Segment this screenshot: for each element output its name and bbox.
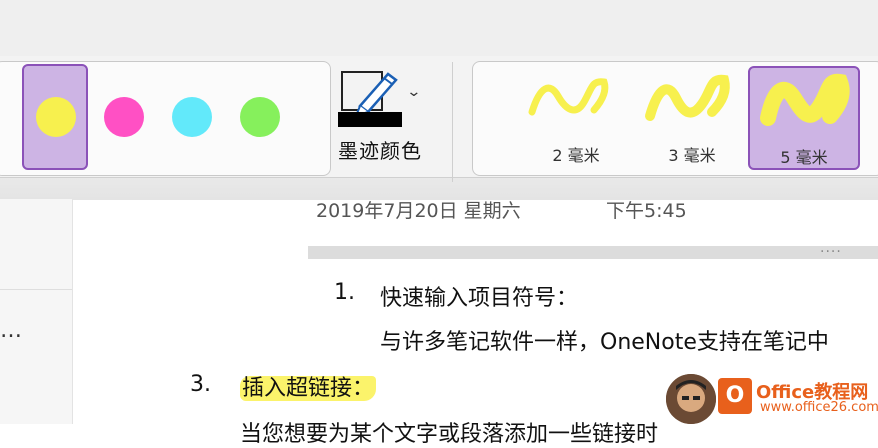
list-item-body[interactable]: 与许多笔记软件一样，OneNote支持在笔记中 [380,324,829,356]
color-swatch-cyan[interactable] [172,97,212,137]
size-option-5mm[interactable]: 5 毫米 [748,66,860,170]
list-item-text[interactable]: 快速输入项目符号： [380,280,578,312]
size-option-3mm[interactable]: 3 毫米 [636,66,748,170]
color-swatch-pink[interactable] [104,97,144,137]
stroke-sample-icon [760,73,850,126]
more-options-ellipsis[interactable]: … [0,318,22,343]
watermark-url: www.office26.com [760,400,878,415]
note-date: 2019年7月20日 星期六 [316,200,521,222]
note-container-handle[interactable] [308,246,878,259]
size-label: 3 毫米 [668,146,716,165]
office-logo-icon: O [718,378,752,414]
color-swatch-yellow[interactable] [36,97,76,137]
ribbon-top-bar [0,0,878,56]
avatar [666,374,716,424]
color-swatch-green[interactable] [240,97,280,137]
highlighted-list-item-text[interactable]: 插入超链接： [240,370,377,402]
drag-handle-dots[interactable]: ···· [820,244,842,260]
size-label: 5 毫米 [780,148,828,167]
size-label: 2 毫米 [552,146,600,165]
stroke-sample-icon [645,74,730,121]
chevron-down-icon[interactable]: ⌄ [406,84,421,100]
list-number: 3. [190,372,211,397]
ink-color-swatch [338,112,402,127]
pane-divider [0,289,72,290]
section-list-pane [0,199,73,424]
size-option-2mm[interactable]: 2 毫米 [520,66,632,170]
stroke-sample-icon [528,78,609,116]
ink-color-label[interactable]: 墨迹颜色 [338,135,428,164]
ribbon-separator [452,62,453,182]
highlighter-stroke: 插入超链接： [240,376,377,401]
note-time: 下午5:45 [606,200,687,222]
list-item-body[interactable]: 当您想要为某个文字或段落添加一些链接时 [240,416,658,448]
list-number: 1. [334,280,355,305]
